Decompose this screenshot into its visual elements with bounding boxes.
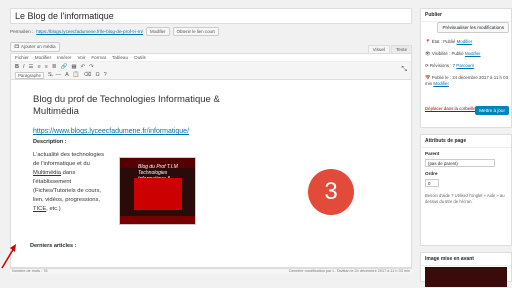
menu-insert[interactable]: Insérer — [57, 55, 71, 60]
undo-icon[interactable]: ↶ — [81, 64, 86, 70]
content-body: L'actualité des technologies de l'inform… — [33, 152, 105, 212]
permalink-bar: Permalien : https://blogs.lyceecfadumene… — [10, 27, 219, 36]
table-icon[interactable]: ▦ — [71, 64, 76, 70]
editor-toolbar: B I ☰ ≡ ≡ ≣ 🔗 ▦ ↶ ↷ Paragraphe S̶ — A 📋 … — [11, 62, 411, 80]
revisions-icon: ⟳ — [425, 63, 429, 68]
order-label: Ordre — [425, 171, 438, 176]
help-icon[interactable]: ? — [104, 72, 107, 78]
permalink-url[interactable]: https://blogs.lyceecfadumene.fr/le-blog-… — [36, 29, 143, 34]
menu-format[interactable]: Format — [91, 55, 106, 60]
italic-icon[interactable]: I — [23, 64, 25, 70]
bold-icon[interactable]: B — [15, 64, 19, 70]
redo-icon[interactable]: ↷ — [89, 64, 94, 70]
media-icon: 🎞 — [14, 44, 20, 49]
paste-text-icon[interactable]: 📋 — [73, 72, 80, 78]
status-edit-link[interactable]: Modifier — [457, 39, 473, 44]
publish-box: Publier Prévisualiser les modifications … — [420, 8, 512, 128]
visibility-edit-link[interactable]: Modifier — [465, 51, 481, 56]
calendar-icon: 📅 — [425, 75, 431, 80]
visibility-line: 👁 Visibilité : Publié Modifier — [425, 51, 481, 56]
special-char-icon[interactable]: Ω — [95, 72, 99, 78]
link-icon[interactable]: 🔗 — [61, 64, 68, 70]
page-attributes-title: Attributs de page — [421, 135, 511, 148]
align-center-icon[interactable]: ≣ — [52, 64, 57, 70]
preview-button[interactable]: Prévisualiser les modifications — [437, 22, 509, 33]
expand-icon[interactable]: ⤡ — [401, 66, 407, 74]
published-date-line: 📅 Publié le : 24 décembre 2017 à 11 h 03… — [425, 75, 509, 86]
featured-image-thumbnail[interactable] — [425, 267, 507, 287]
parent-label: Parent — [425, 151, 440, 156]
clear-format-icon[interactable]: ⌫ — [84, 72, 92, 78]
parent-select[interactable]: (pas de parent) — [425, 159, 495, 167]
menu-file[interactable]: Fichier — [15, 55, 29, 60]
order-input[interactable]: 0 — [425, 179, 439, 187]
permalink-edit-button[interactable]: Modifier — [145, 27, 170, 36]
add-media-button[interactable]: 🎞 Ajouter un média — [10, 42, 60, 52]
revisions-line: ⟳ Révisions : 7 Parcourir — [425, 63, 475, 68]
align-left-icon[interactable]: ≡ — [45, 64, 48, 70]
content-link[interactable]: https://www.blogs.lyceecfadumene.fr/info… — [33, 128, 333, 135]
step-badge: 3 — [308, 169, 354, 215]
hr-icon[interactable]: — — [56, 72, 62, 78]
blog-header-image[interactable]: Blog du Prof T.I.MTechnologies Informati… — [119, 157, 196, 225]
attributes-help: Besoin d'aide ? Utilisez l'onglet « Aide… — [425, 193, 505, 204]
permalink-label: Permalien : — [10, 29, 34, 34]
editor-menubar: Fichier Modifier Insérer Voir Format Tab… — [11, 54, 411, 62]
revisions-browse-link[interactable]: Parcourir — [456, 63, 474, 68]
sidebar: Publier Prévisualiser les modifications … — [420, 8, 512, 288]
date-edit-link[interactable]: Modifier — [433, 81, 449, 86]
numbered-list-icon[interactable]: ≡ — [37, 64, 40, 70]
post-title-input[interactable]: Le Blog de l'informatique — [10, 8, 412, 24]
recent-articles-heading: Derniers articles : — [30, 243, 77, 249]
editor-main: Le Blog de l'informatique Permalien : ht… — [10, 0, 412, 274]
image-strip — [120, 216, 195, 224]
last-saved: Dernière modification par L. Tavitian le… — [288, 269, 410, 273]
page-attributes-box: Attributs de page Parent (pas de parent)… — [420, 134, 512, 246]
content-description-label: Description : — [33, 139, 67, 145]
menu-table[interactable]: Tableau — [112, 55, 128, 60]
strikethrough-icon[interactable]: S̶ — [48, 72, 52, 78]
status-line: 📍 État : Publié Modifier — [425, 39, 473, 44]
editor-status-bar: Nombre de mots : 78 Dernière modificatio… — [10, 268, 412, 274]
menu-edit[interactable]: Modifier — [35, 55, 51, 60]
publish-title: Publier — [421, 9, 511, 22]
content-heading: Blog du prof de Technologies Informatiqu… — [33, 94, 220, 117]
tinymce-editor: Fichier Modifier Insérer Voir Format Tab… — [10, 53, 412, 268]
menu-tools[interactable]: Outils — [134, 55, 146, 60]
update-button[interactable]: Mettre à jour — [475, 106, 509, 115]
arrow-icon — [1, 244, 16, 269]
featured-image-box: Image mise en avant — [420, 252, 512, 287]
menu-view[interactable]: Voir — [77, 55, 85, 60]
pin-icon: 📍 — [425, 39, 431, 44]
word-count: Nombre de mots : 78 — [12, 269, 48, 273]
trash-link[interactable]: Déplacer dans la corbeille — [425, 106, 476, 111]
format-select[interactable]: Paragraphe — [15, 71, 44, 79]
text-color-icon[interactable]: A — [65, 72, 69, 78]
bullet-list-icon[interactable]: ☰ — [29, 64, 34, 70]
add-media-label: Ajouter un média — [20, 44, 56, 49]
shortlink-button[interactable]: Obtenir le lien court — [172, 27, 219, 36]
image-screen — [134, 178, 182, 210]
eye-icon: 👁 — [425, 51, 431, 56]
featured-image-title: Image mise en avant — [421, 253, 511, 266]
